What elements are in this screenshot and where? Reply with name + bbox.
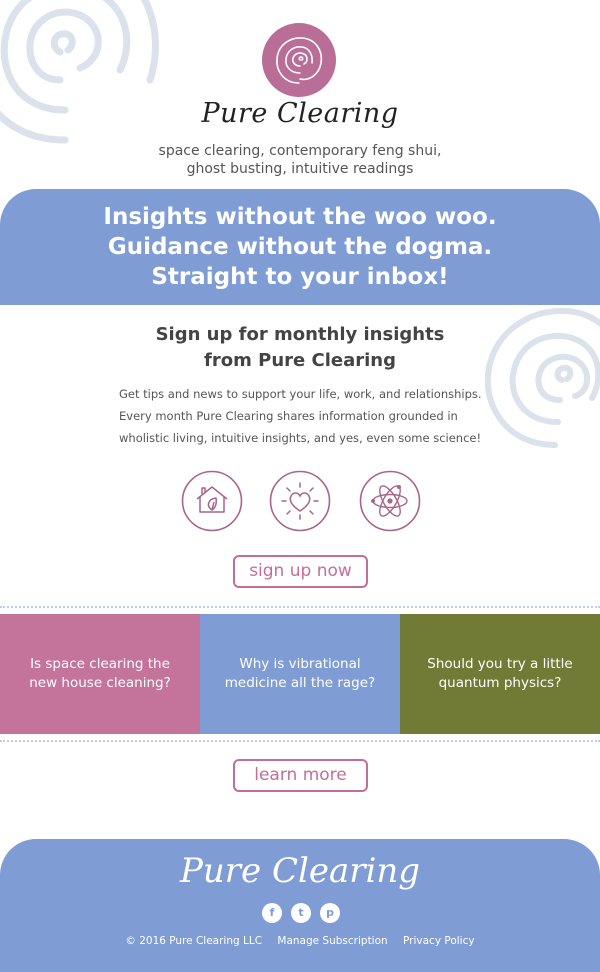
footer-brand-logo: Pure Clearing [179,851,421,891]
signup-desc-line: wholistic living, intuitive insights, an… [119,431,482,445]
signup-title-line: Sign up for monthly insights [155,324,445,345]
signup-title-line: from Pure Clearing [204,350,396,371]
facebook-icon[interactable]: f [262,903,282,923]
banner-line: Insights without the woo woo. [103,204,497,230]
divider [0,740,600,742]
article-tiles: Is space clearing the new house cleaning… [0,614,600,734]
learn-more-button[interactable]: learn more [233,759,368,792]
article-tile-vibrational-medicine[interactable]: Why is vibrational medicine all the rage… [200,614,400,734]
copyright-text: © 2016 Pure Clearing LLC [125,935,263,947]
hero-banner: Insights without the woo woo. Guidance w… [0,189,600,305]
pinterest-icon[interactable]: p [320,903,340,923]
tagline-line: ghost busting, intuitive readings [186,161,414,177]
privacy-policy-link[interactable]: Privacy Policy [403,935,475,947]
rose-logo-icon [262,23,336,97]
sign-up-button[interactable]: sign up now [233,555,368,588]
brand-logo-text: Pure Clearing [201,98,399,129]
signup-desc-line: Get tips and news to support your life, … [119,387,482,401]
article-tile-space-clearing[interactable]: Is space clearing the new house cleaning… [0,614,200,734]
banner-line: Straight to your inbox! [151,264,449,290]
banner-line: Guidance without the dogma. [107,234,493,260]
social-links: f t p [0,903,600,923]
header: Pure Clearing space clearing, contempora… [0,0,600,190]
house-leaf-icon [181,470,243,532]
footer: Pure Clearing f t p © 2016 Pure Clearing… [0,839,600,972]
footer-links: © 2016 Pure Clearing LLC Manage Subscrip… [0,935,600,947]
manage-subscription-link[interactable]: Manage Subscription [277,935,387,947]
atom-icon [359,470,421,532]
signup-title: Sign up for monthly insights from Pure C… [0,322,600,374]
tagline: space clearing, contemporary feng shui, … [0,142,600,178]
twitter-icon[interactable]: t [291,903,311,923]
feature-icons [0,470,600,532]
tagline-line: space clearing, contemporary feng shui, [158,143,442,159]
signup-description: Get tips and news to support your life, … [119,383,489,449]
divider [0,606,600,608]
signup-desc-line: Every month Pure Clearing shares informa… [119,409,458,423]
article-tile-quantum-physics[interactable]: Should you try a little quantum physics? [400,614,600,734]
heart-sun-icon [269,470,331,532]
